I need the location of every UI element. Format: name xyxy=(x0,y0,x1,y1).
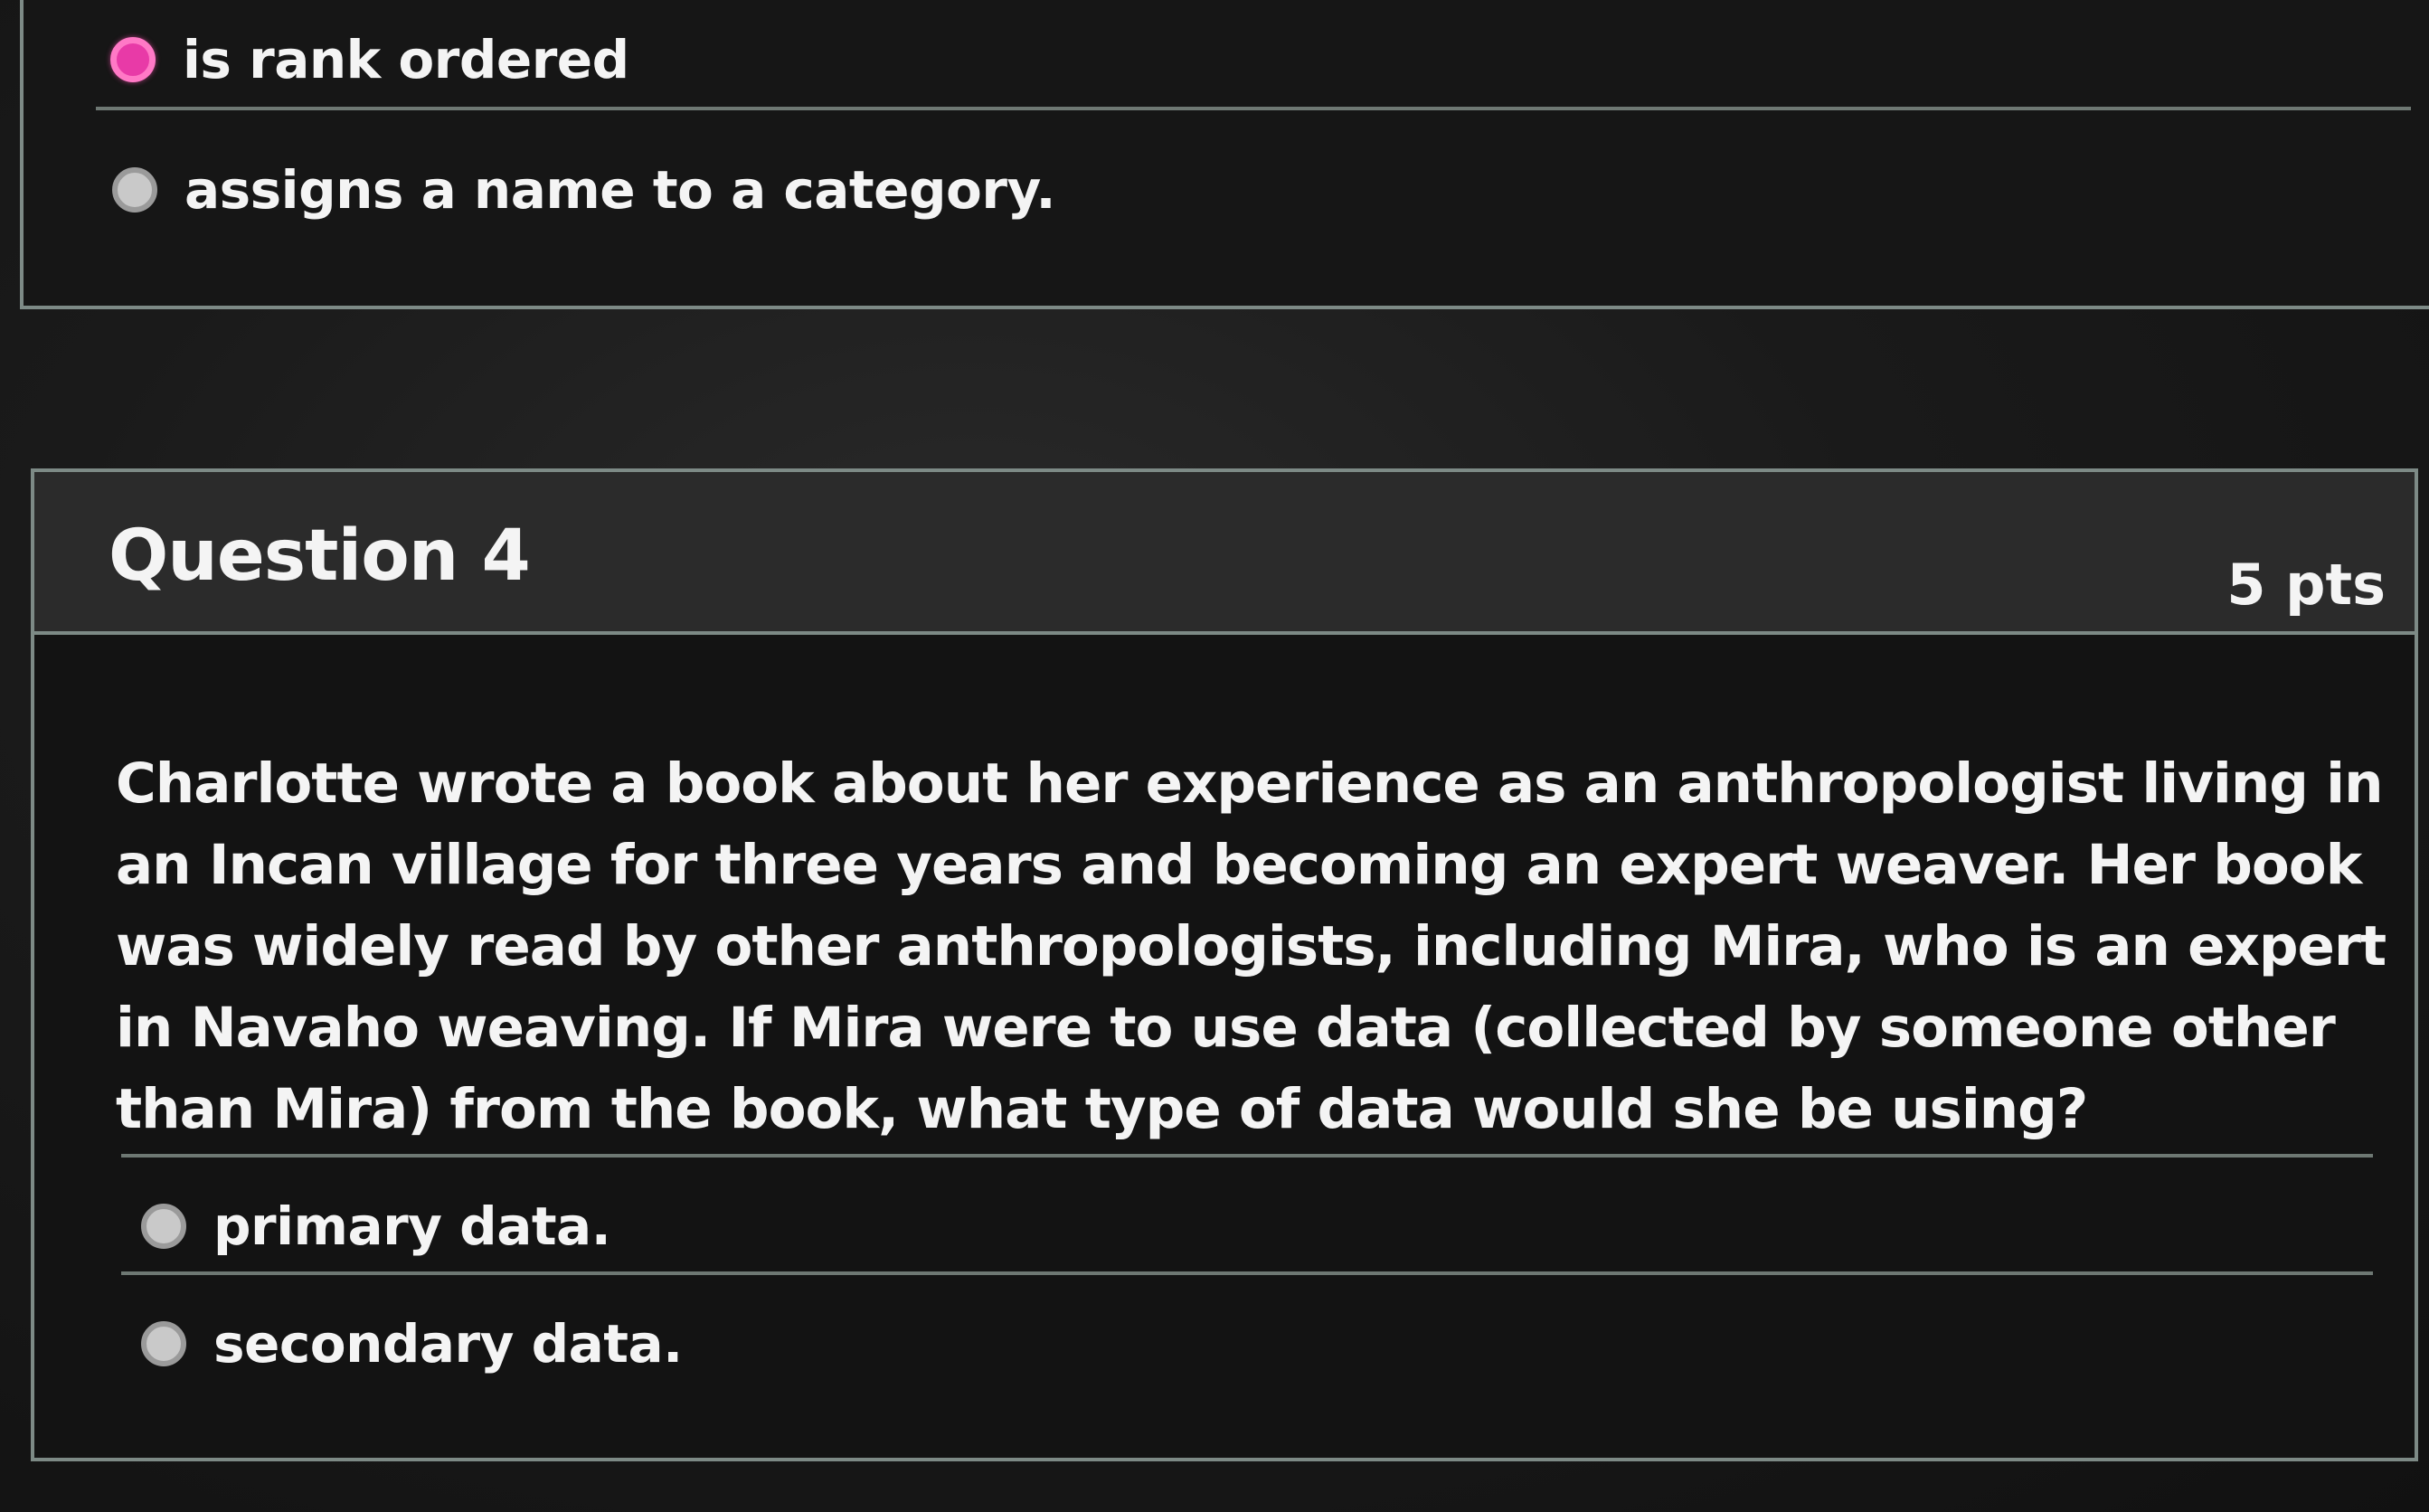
radio-icon[interactable] xyxy=(112,167,157,213)
question-title: Question 4 xyxy=(109,515,531,597)
answer-label: primary data. xyxy=(213,1195,611,1257)
quiz-page: is rank ordered assigns a name to a cate… xyxy=(0,0,2429,1512)
answer-divider xyxy=(121,1154,2373,1158)
answer-option-name-category[interactable]: assigns a name to a category. xyxy=(112,159,1055,221)
question-card: Question 4 5 pts Charlotte wrote a book … xyxy=(31,468,2418,1461)
question-points: 5 pts xyxy=(2226,552,2386,618)
radio-icon[interactable] xyxy=(141,1204,186,1249)
question-header: Question 4 5 pts xyxy=(34,472,2415,635)
answer-option-primary-data[interactable]: primary data. xyxy=(141,1195,611,1257)
answer-option-secondary-data[interactable]: secondary data. xyxy=(141,1313,683,1375)
answer-divider xyxy=(121,1271,2373,1275)
answer-label: secondary data. xyxy=(213,1313,683,1375)
radio-icon[interactable] xyxy=(141,1321,186,1366)
answer-option-rank-ordered[interactable]: is rank ordered xyxy=(110,29,629,90)
answer-divider xyxy=(96,107,2411,110)
question-text: Charlotte wrote a book about her experie… xyxy=(116,751,2386,1141)
answer-label: is rank ordered xyxy=(183,29,629,90)
previous-question-card: is rank ordered assigns a name to a cate… xyxy=(20,0,2429,309)
answer-label: assigns a name to a category. xyxy=(184,159,1055,221)
radio-selected-icon[interactable] xyxy=(110,37,156,82)
